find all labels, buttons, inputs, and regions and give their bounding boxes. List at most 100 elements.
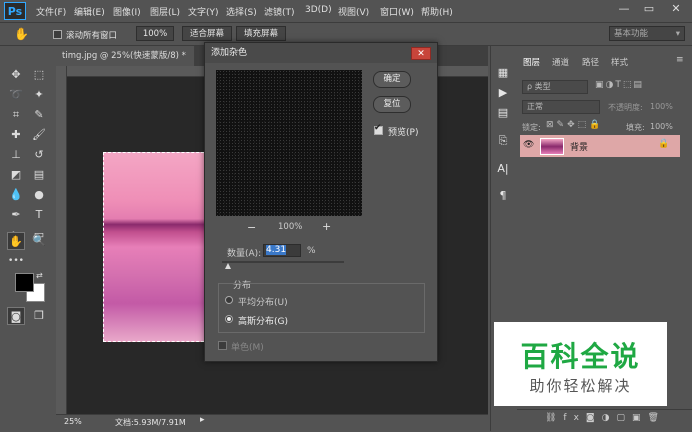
more-tools-icon[interactable]: ••• [7, 252, 25, 270]
noise-preview[interactable] [216, 70, 362, 216]
zoom-tool-icon[interactable]: 🔍 [30, 232, 48, 250]
screen-mode-icon[interactable]: ❐ [30, 307, 48, 325]
gradient-tool-icon[interactable]: ▤ [30, 166, 48, 184]
vertical-ruler [56, 66, 67, 414]
preview-zoom-level: 100% [278, 222, 303, 232]
menu-view[interactable]: 视图(V) [338, 5, 369, 18]
tab-paths[interactable]: 路径 [582, 56, 599, 68]
zoom-100-button[interactable]: 100% [136, 26, 174, 41]
document-image[interactable] [103, 152, 209, 342]
tab-layers[interactable]: 图层 [523, 56, 540, 68]
status-menu-arrow-icon[interactable]: ▸ [200, 415, 205, 425]
workspace-select[interactable]: 基本功能 ▾ [609, 26, 685, 41]
zoom-in-icon[interactable]: + [322, 220, 331, 233]
document-tab[interactable]: timg.jpg @ 25%(快速蒙版/8) * × [56, 46, 194, 81]
gaussian-label: 高斯分布(G) [238, 317, 288, 327]
menu-select[interactable]: 选择(S) [226, 5, 257, 18]
scroll-all-windows-label: 滚动所有窗口 [66, 31, 118, 41]
actions-play-icon[interactable]: ▶ [494, 84, 512, 102]
eye-icon[interactable]: 👁 [523, 140, 534, 150]
ok-button[interactable]: 确定 [373, 71, 411, 88]
scroll-all-windows-checkbox[interactable] [53, 30, 62, 39]
amount-value: 4.31 [266, 245, 287, 255]
monochrome-checkbox[interactable] [218, 341, 227, 350]
crop-tool-icon[interactable]: ⌗ [7, 106, 25, 124]
swap-colors-icon[interactable]: ⇄ [36, 271, 43, 280]
zoom-level[interactable]: 25% [64, 417, 82, 426]
move-tool-icon[interactable]: ✥ [7, 66, 25, 84]
menu-type[interactable]: 文字(Y) [188, 5, 219, 18]
menu-filter[interactable]: 滤镜(T) [264, 5, 295, 18]
history-panel-icon[interactable]: ▦ [494, 64, 512, 82]
document-size: 文档:5.93M/7.91M [115, 418, 186, 427]
hand-tool-button[interactable]: ✋ [7, 232, 25, 250]
type-tool-icon[interactable]: T [30, 206, 48, 224]
fill-value[interactable]: 100% [650, 122, 673, 131]
layer-name[interactable]: 背景 [570, 140, 588, 153]
amount-input[interactable]: 4.31 [263, 244, 301, 257]
menu-window[interactable]: 窗口(W) [380, 5, 414, 18]
amount-slider-handle[interactable] [225, 263, 232, 269]
lock-icons[interactable]: ⊠✎✥⬚🔒 [546, 120, 603, 130]
blend-mode-select[interactable]: 正常 [522, 100, 600, 114]
menu-help[interactable]: 帮助(H) [421, 5, 453, 18]
lock-label: 锁定: [522, 123, 541, 132]
blur-tool-icon[interactable]: 💧 [7, 186, 25, 204]
dodge-tool-icon[interactable]: ● [30, 186, 48, 204]
eraser-tool-icon[interactable]: ◩ [7, 166, 25, 184]
panel-menu-icon[interactable]: ≡ [676, 55, 684, 65]
tab-styles[interactable]: 样式 [611, 56, 628, 68]
uniform-label: 平均分布(U) [238, 298, 288, 308]
layer-action-icons[interactable]: ⛓fx◙◑▢▣🗑 [545, 413, 666, 423]
watermark-subtitle: 助你轻松解决 [529, 377, 632, 395]
checkmark-icon: ✔ [374, 123, 382, 133]
close-window-button[interactable]: ✕ [664, 0, 688, 20]
document-tab-title: timg.jpg @ 25%(快速蒙版/8) * [62, 51, 186, 61]
uniform-radio[interactable] [225, 296, 233, 304]
gaussian-radio[interactable] [225, 315, 233, 323]
dialog-close-button[interactable]: ✕ [411, 47, 431, 60]
lasso-tool-icon[interactable]: ➰ [7, 86, 25, 104]
layer-kind-filter[interactable]: ρ 类型 [522, 80, 588, 94]
marquee-tool-icon[interactable]: ⬚ [30, 66, 48, 84]
character-panel-icon[interactable]: A| [494, 160, 512, 178]
lock-icon: 🔒 [658, 139, 670, 149]
properties-panel-icon[interactable]: ▤ [494, 104, 512, 122]
fit-screen-button[interactable]: 适合屏幕 [182, 26, 232, 41]
dialog-title: 添加杂色 [205, 43, 437, 63]
workspace-label: 基本功能 [614, 29, 649, 39]
amount-slider[interactable] [222, 261, 344, 263]
fill-screen-button[interactable]: 填充屏幕 [236, 26, 286, 41]
fill-label: 填充: [626, 123, 645, 132]
layer-filter-icons[interactable]: ▣◑T⬚▤ [595, 80, 644, 90]
paragraph-panel-icon[interactable]: ¶ [494, 187, 512, 205]
opacity-label: 不透明度: [608, 103, 643, 112]
menu-3d[interactable]: 3D(D) [305, 5, 332, 15]
restore-button[interactable]: ▭ [637, 0, 661, 20]
healing-tool-icon[interactable]: ✚ [7, 126, 25, 144]
zoom-out-icon[interactable]: − [247, 221, 256, 234]
brush-tool-icon[interactable]: 🖌 [30, 126, 48, 144]
history-brush-tool-icon[interactable]: ↺ [30, 146, 48, 164]
monochrome-label: 单色(M) [231, 343, 264, 353]
layer-thumbnail [540, 138, 564, 155]
chevron-down-icon: ▾ [675, 29, 680, 39]
amount-unit: % [307, 246, 316, 256]
menu-edit[interactable]: 编辑(E) [74, 5, 105, 18]
preview-label: 预览(P) [388, 128, 419, 138]
magic-wand-tool-icon[interactable]: ✦ [30, 86, 48, 104]
eyedropper-tool-icon[interactable]: ✎ [30, 106, 48, 124]
photoshop-logo: Ps [4, 2, 26, 20]
quick-mask-icon[interactable]: ◙ [7, 307, 25, 325]
menu-file[interactable]: 文件(F) [36, 5, 66, 18]
pen-tool-icon[interactable]: ✒ [7, 206, 25, 224]
menu-image[interactable]: 图像(I) [113, 5, 141, 18]
clone-source-icon[interactable]: ⎘ [494, 132, 512, 150]
minimize-button[interactable]: — [612, 0, 636, 20]
tab-channels[interactable]: 通道 [552, 56, 569, 68]
opacity-value[interactable]: 100% [650, 102, 673, 111]
stamp-tool-icon[interactable]: ⊥ [7, 146, 25, 164]
foreground-color-swatch[interactable] [15, 273, 34, 292]
reset-button[interactable]: 复位 [373, 96, 411, 113]
menu-layer[interactable]: 图层(L) [150, 5, 180, 18]
